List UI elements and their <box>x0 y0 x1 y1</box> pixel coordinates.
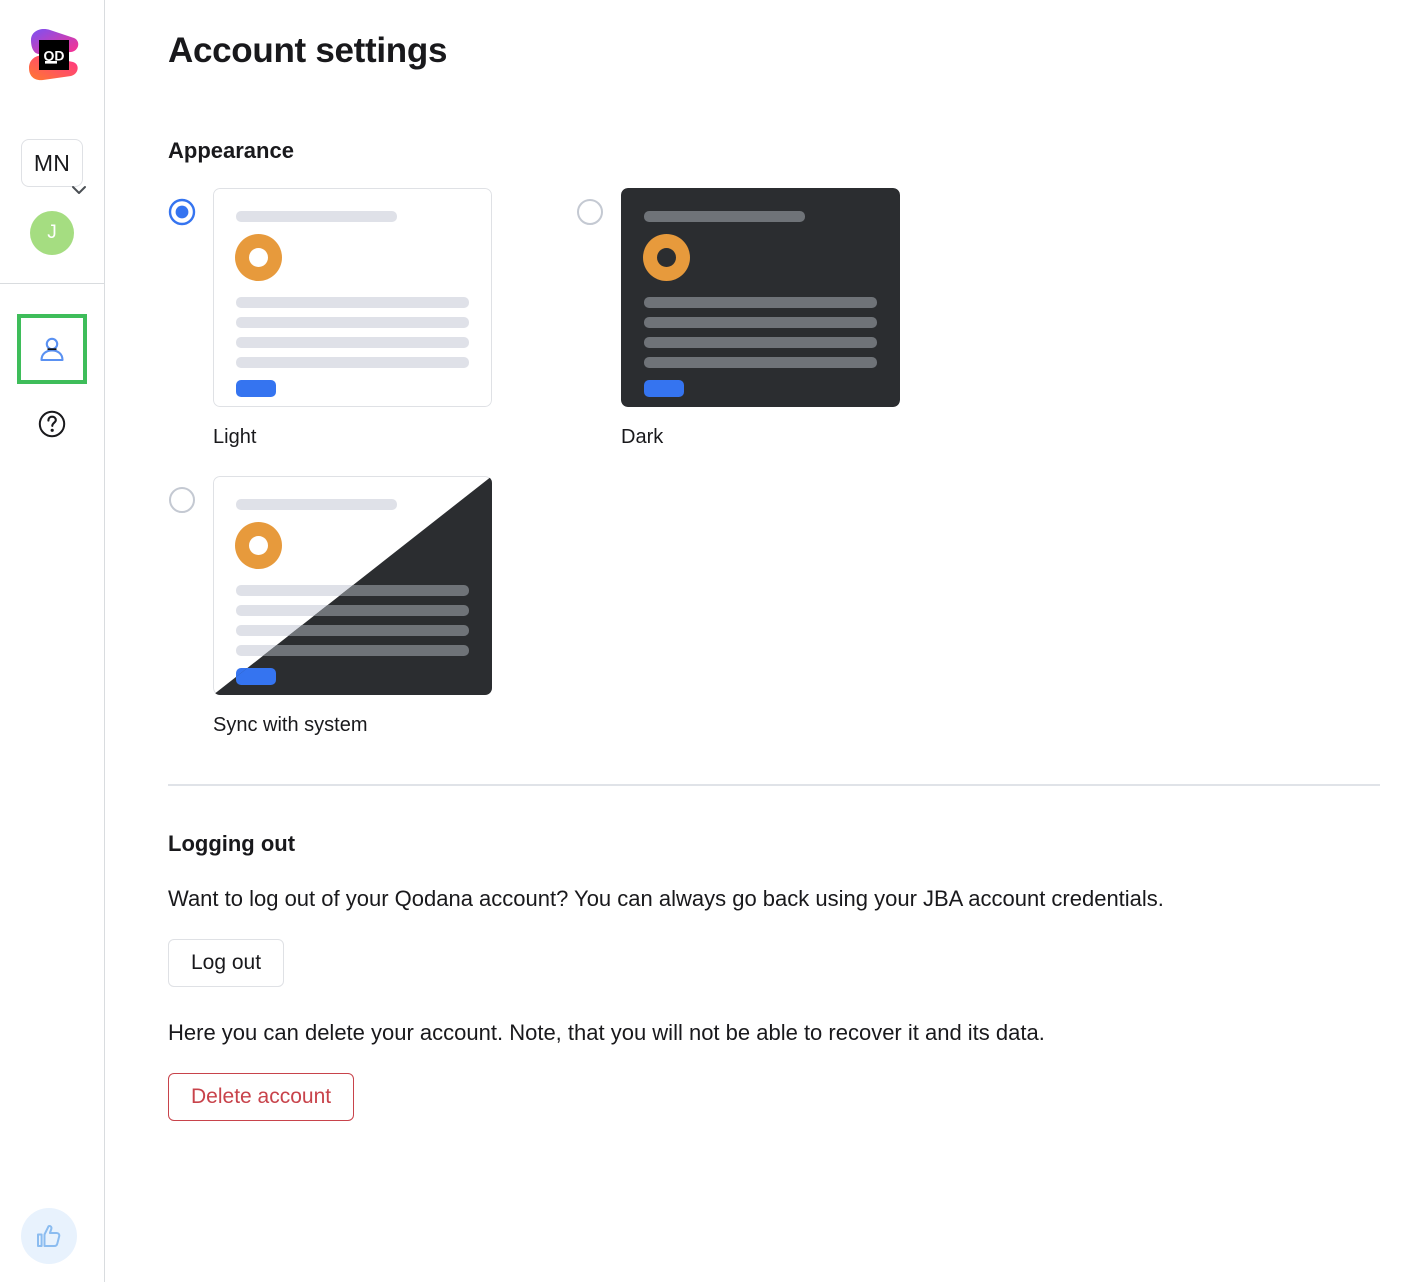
logging-out-heading: Logging out <box>168 786 1380 857</box>
qodana-logo[interactable]: QD <box>21 24 83 86</box>
delete-account-button[interactable]: Delete account <box>168 1073 354 1121</box>
theme-preview-light[interactable] <box>213 188 492 407</box>
radio-light-selected[interactable] <box>168 198 196 226</box>
delete-description: Here you can delete your account. Note, … <box>168 987 1293 1048</box>
avatar[interactable]: J <box>30 211 74 255</box>
theme-option-sync[interactable]: Sync with system <box>168 476 576 737</box>
radio-sync[interactable] <box>168 486 196 514</box>
sidebar-item-help[interactable] <box>36 408 68 440</box>
org-switcher[interactable]: MN <box>21 139 83 193</box>
org-switcher-label: MN <box>21 139 83 187</box>
logout-description: Want to log out of your Qodana account? … <box>168 857 1293 914</box>
chevron-down-icon <box>69 183 89 197</box>
person-icon <box>36 333 68 365</box>
sidebar-item-account[interactable] <box>17 314 87 384</box>
theme-preview-dark[interactable] <box>621 188 900 407</box>
theme-label-dark: Dark <box>621 426 900 449</box>
main-content: Account settings Appearance <box>105 0 1413 1282</box>
question-circle-icon <box>37 409 67 439</box>
radio-dark[interactable] <box>576 198 604 226</box>
theme-preview-sync[interactable] <box>213 476 492 695</box>
sidebar-divider <box>0 283 105 284</box>
feedback-button[interactable] <box>21 1208 77 1264</box>
theme-label-light: Light <box>213 426 492 449</box>
appearance-heading: Appearance <box>168 71 1380 164</box>
page-title: Account settings <box>168 0 1380 71</box>
thumbs-up-icon <box>34 1221 64 1251</box>
theme-option-dark[interactable]: Dark <box>576 188 984 449</box>
log-out-button[interactable]: Log out <box>168 939 284 987</box>
sidebar: QD MN J <box>0 0 105 1282</box>
avatar-initial: J <box>47 222 57 244</box>
theme-label-sync: Sync with system <box>213 714 492 737</box>
account-settings-page: QD MN J <box>0 0 1413 1282</box>
appearance-options: Light <box>168 188 1380 737</box>
theme-option-light[interactable]: Light <box>168 188 576 449</box>
